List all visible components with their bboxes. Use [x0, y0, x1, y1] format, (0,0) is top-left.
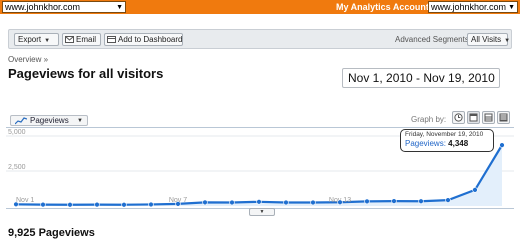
data-point	[364, 198, 370, 205]
clock-icon	[454, 113, 463, 122]
tooltip-value: 4,348	[448, 139, 469, 148]
data-point	[337, 199, 343, 205]
chevron-down-icon: ▼	[508, 4, 515, 11]
data-point	[472, 187, 478, 193]
data-point	[256, 199, 262, 205]
calendar-week-icon	[484, 113, 493, 122]
chart-tooltip: Friday, November 19, 2010 Pageviews: 4,3…	[400, 129, 494, 152]
series-line	[15, 144, 503, 206]
tooltip-value-line: Pageviews: 4,348	[405, 139, 489, 148]
data-point	[283, 199, 289, 206]
graph-by-month-button[interactable]	[497, 111, 510, 124]
dashboard-icon	[107, 36, 116, 43]
data-point	[40, 201, 46, 208]
series-area	[16, 145, 502, 206]
site-selector-value: www.johnkhor.com	[5, 2, 81, 12]
accounts-label: My Analytics Accounts:	[336, 2, 437, 12]
tooltip-date: Friday, November 19, 2010	[405, 131, 484, 138]
segment-select[interactable]: All Visits ▼	[467, 33, 511, 46]
graph-by-day-button[interactable]	[467, 111, 480, 124]
data-point	[13, 201, 19, 208]
data-point	[175, 201, 181, 207]
y-tick-label: 2,500	[8, 164, 26, 171]
advanced-segments-label: Advanced Segments:	[395, 35, 472, 44]
total-pageviews: 9,925 Pageviews	[8, 227, 95, 239]
chevron-down-icon: ▼	[44, 38, 51, 44]
add-to-dashboard-button[interactable]: Add to Dashboard	[104, 33, 183, 46]
metric-selector[interactable]: Pageviews ▼	[10, 115, 88, 126]
email-button[interactable]: Email	[62, 33, 101, 46]
graph-by-clock-button[interactable]	[452, 111, 465, 124]
account-selector[interactable]: www.johnkhor.com ▼	[428, 1, 518, 13]
data-point	[202, 199, 208, 206]
calendar-month-icon	[499, 113, 508, 122]
data-point	[391, 198, 397, 204]
report-toolbar: Export ▼ Email Add to Dashboard Advanced …	[8, 29, 512, 49]
page-title: Pageviews for all visitors	[8, 66, 164, 81]
data-point	[499, 142, 505, 148]
email-label: Email	[76, 35, 97, 44]
data-point	[148, 201, 154, 208]
y-tick-label: 5,000	[8, 129, 26, 136]
graph-by-week-button[interactable]	[482, 111, 495, 124]
data-point	[445, 197, 451, 203]
date-range-picker[interactable]: Nov 1, 2010 - Nov 19, 2010	[342, 68, 500, 88]
data-point	[67, 202, 73, 208]
data-point	[418, 198, 424, 204]
chevron-down-icon: ▼	[116, 4, 123, 11]
data-point	[94, 201, 100, 208]
add-to-dashboard-label: Add to Dashboard	[118, 35, 183, 44]
data-point	[310, 199, 316, 206]
tooltip-metric: Pageviews:	[405, 139, 446, 148]
export-button[interactable]: Export ▼	[14, 33, 59, 46]
graph-by-label: Graph by:	[411, 115, 447, 124]
chevron-down-icon: ▼	[504, 38, 511, 44]
chevron-down-icon: ▼	[77, 118, 83, 124]
segment-value: All Visits	[471, 35, 502, 44]
calendar-day-icon	[469, 113, 478, 122]
account-selector-value: www.johnkhor.com	[431, 2, 507, 12]
line-chart-icon	[15, 117, 27, 125]
data-point	[229, 199, 235, 206]
export-label: Export	[18, 35, 42, 44]
breadcrumb[interactable]: Overview »	[8, 55, 48, 64]
data-point	[121, 202, 127, 208]
top-bar: www.johnkhor.com ▼ My Analytics Accounts…	[0, 0, 520, 14]
x-tick-label: Nov 1	[16, 197, 34, 204]
envelope-icon	[65, 36, 74, 43]
metric-label: Pageviews	[30, 116, 69, 125]
chart-scroll-handle[interactable]: ▼	[249, 208, 275, 216]
site-selector[interactable]: www.johnkhor.com ▼	[2, 1, 126, 13]
